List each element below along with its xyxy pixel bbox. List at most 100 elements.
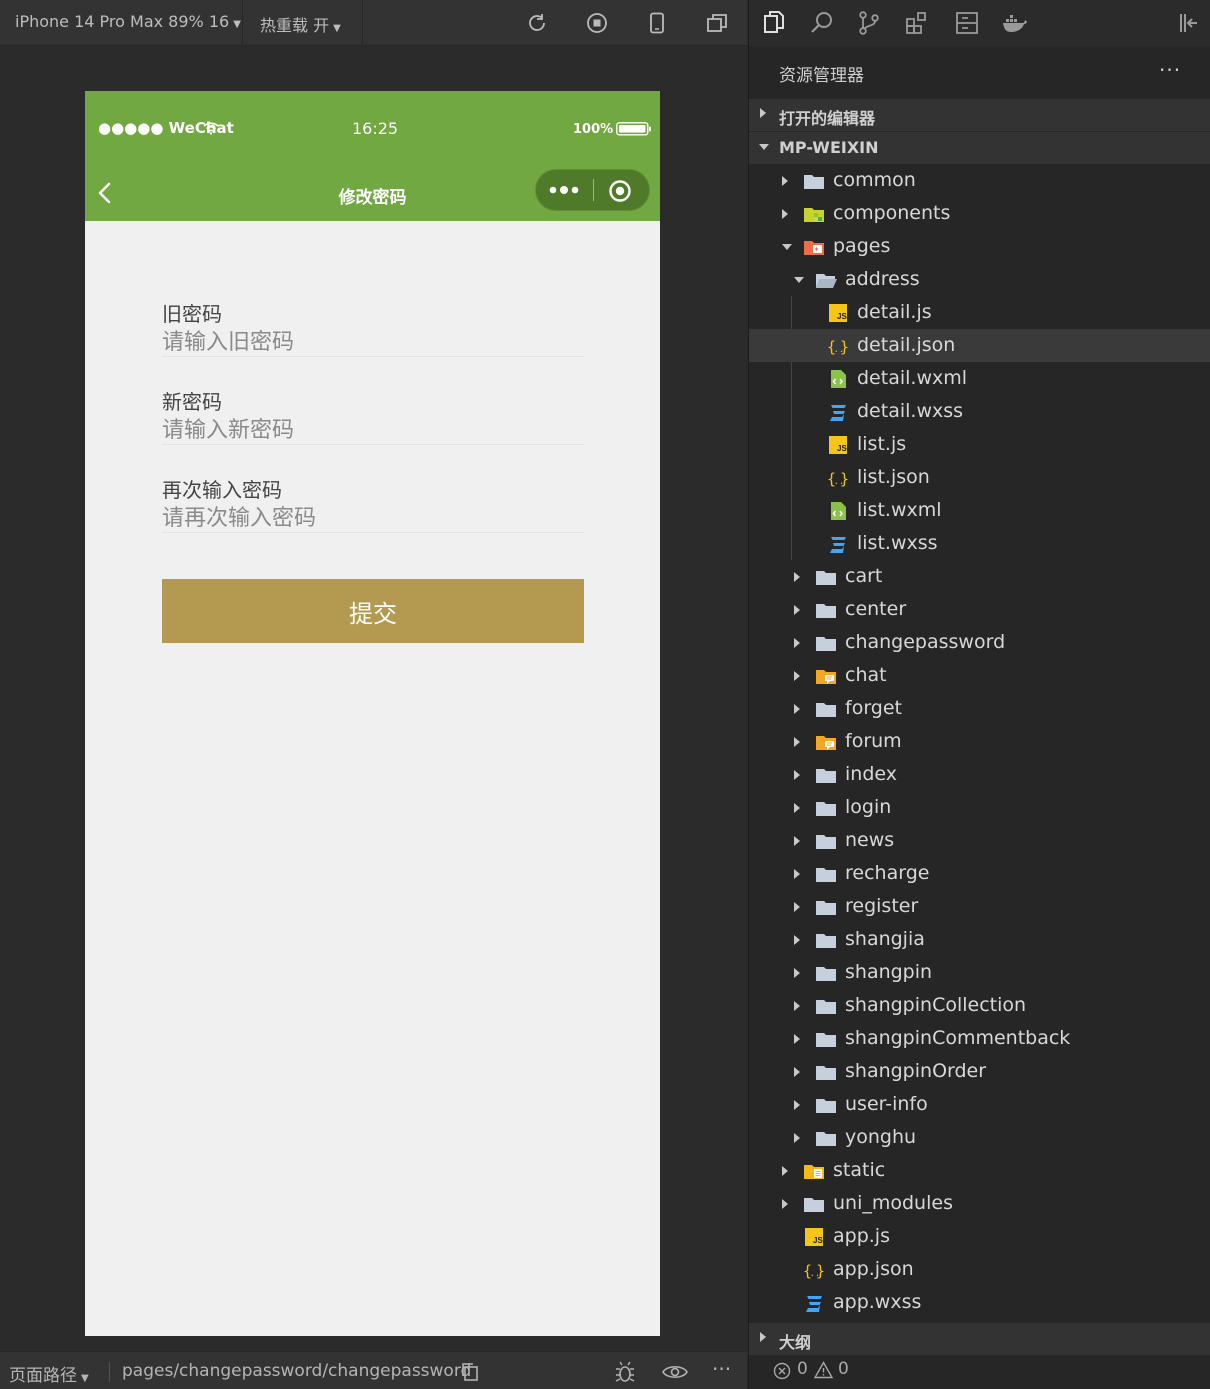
tree-folder-login[interactable]: login xyxy=(749,791,1210,824)
chevron-right-icon[interactable] xyxy=(794,1100,800,1110)
stop-icon[interactable] xyxy=(585,11,609,35)
tree-folder-shangpinorder[interactable]: shangpinOrder xyxy=(749,1055,1210,1088)
copy-icon[interactable] xyxy=(460,1362,480,1382)
chevron-down-icon[interactable] xyxy=(794,277,804,283)
chevron-right-icon[interactable] xyxy=(794,770,800,780)
error-icon[interactable] xyxy=(773,1362,791,1380)
tree-file-app-wxss[interactable]: app.wxss xyxy=(749,1286,1210,1319)
source-control-icon[interactable] xyxy=(856,10,882,36)
collapse-panel-icon[interactable] xyxy=(1176,10,1202,36)
explorer-files-icon[interactable] xyxy=(761,10,787,36)
tree-folder-cart[interactable]: cart xyxy=(749,560,1210,593)
tree-folder-forum[interactable]: forum xyxy=(749,725,1210,758)
tree-folder-forget[interactable]: forget xyxy=(749,692,1210,725)
chevron-right-icon[interactable] xyxy=(794,605,800,615)
tree-label: list.json xyxy=(857,466,930,488)
chevron-right-icon[interactable] xyxy=(782,176,788,186)
tree-folder-common[interactable]: common xyxy=(749,164,1210,197)
tree-folder-recharge[interactable]: recharge xyxy=(749,857,1210,890)
chevron-right-icon[interactable] xyxy=(794,902,800,912)
debug-bug-icon[interactable] xyxy=(613,1360,637,1384)
section-open-editors[interactable]: 打开的编辑器 xyxy=(749,99,1210,131)
tree-file-list-js[interactable]: JS list.js xyxy=(749,428,1210,461)
new-password-input[interactable] xyxy=(162,415,584,445)
submit-button[interactable]: 提交 xyxy=(162,579,584,643)
chevron-right-icon[interactable] xyxy=(794,1133,800,1143)
hot-reload-toggle[interactable]: 热重载 开 ▼ xyxy=(260,12,341,36)
project-label: MP-WEIXIN xyxy=(779,138,879,157)
section-project[interactable]: MP-WEIXIN xyxy=(749,132,1210,164)
tree-folder-yonghu[interactable]: yonghu xyxy=(749,1121,1210,1154)
chevron-right-icon[interactable] xyxy=(794,935,800,945)
tree-folder-shangpin[interactable]: shangpin xyxy=(749,956,1210,989)
tree-file-detail-js[interactable]: JS detail.js xyxy=(749,296,1210,329)
tree-folder-static[interactable]: static xyxy=(749,1154,1210,1187)
section-outline[interactable]: 大纲 xyxy=(749,1323,1210,1355)
tree-folder-index[interactable]: index xyxy=(749,758,1210,791)
more-dots-icon[interactable] xyxy=(548,182,582,198)
chevron-down-icon: ▼ xyxy=(333,23,341,34)
tree-folder-shangpincommentback[interactable]: shangpinCommentback xyxy=(749,1022,1210,1055)
tree-file-list-wxml[interactable]: list.wxml xyxy=(749,494,1210,527)
tree-file-detail-wxss[interactable]: detail.wxss xyxy=(749,395,1210,428)
wechat-capsule xyxy=(535,169,650,211)
docker-icon[interactable] xyxy=(1001,10,1027,36)
extensions-icon[interactable] xyxy=(904,10,930,36)
tree-file-app-js[interactable]: JS app.js xyxy=(749,1220,1210,1253)
chevron-down-icon[interactable] xyxy=(782,244,792,250)
chevron-right-icon[interactable] xyxy=(794,737,800,747)
tree-file-detail-json[interactable]: {}.. detail.json xyxy=(749,329,1210,362)
chevron-right-icon[interactable] xyxy=(782,1166,788,1176)
more-options-icon[interactable]: ··· xyxy=(712,1357,731,1381)
folder-icon xyxy=(815,698,837,720)
tree-file-list-json[interactable]: {}.. list.json xyxy=(749,461,1210,494)
tree-folder-news[interactable]: news xyxy=(749,824,1210,857)
old-password-input[interactable] xyxy=(162,327,584,357)
folder-icon xyxy=(815,896,837,918)
new-window-icon[interactable] xyxy=(705,11,729,35)
chevron-right-icon[interactable] xyxy=(794,671,800,681)
storage-icon[interactable] xyxy=(954,10,980,36)
tree-folder-register[interactable]: register xyxy=(749,890,1210,923)
tree-folder-pages[interactable]: pages xyxy=(749,230,1210,263)
tree-folder-center[interactable]: center xyxy=(749,593,1210,626)
device-selector[interactable]: iPhone 14 Pro Max 89% 16 ▼ xyxy=(15,12,241,31)
tree-folder-shangjia[interactable]: shangjia xyxy=(749,923,1210,956)
tree-folder-user-info[interactable]: user-info xyxy=(749,1088,1210,1121)
search-icon[interactable] xyxy=(809,10,835,36)
preview-eye-icon[interactable] xyxy=(662,1361,688,1383)
close-mini-program-icon[interactable] xyxy=(608,179,632,203)
tree-folder-components[interactable]: components xyxy=(749,197,1210,230)
tree-folder-address[interactable]: address xyxy=(749,263,1210,296)
tree-folder-chat[interactable]: chat xyxy=(749,659,1210,692)
explorer-more-icon[interactable]: ··· xyxy=(1159,58,1181,82)
chevron-right-icon[interactable] xyxy=(794,638,800,648)
chevron-right-icon[interactable] xyxy=(794,869,800,879)
old-password-label: 旧密码 xyxy=(162,302,222,326)
chevron-right-icon[interactable] xyxy=(794,803,800,813)
tree-file-detail-wxml[interactable]: detail.wxml xyxy=(749,362,1210,395)
tree-folder-changepassword[interactable]: changepassword xyxy=(749,626,1210,659)
svg-text:JS: JS xyxy=(837,444,847,453)
chevron-right-icon[interactable] xyxy=(782,1199,788,1209)
tree-file-list-wxss[interactable]: list.wxss xyxy=(749,527,1210,560)
chevron-right-icon[interactable] xyxy=(794,1034,800,1044)
chevron-right-icon[interactable] xyxy=(794,836,800,846)
tree-folder-uni-modules[interactable]: uni_modules xyxy=(749,1187,1210,1220)
battery-label: 100% xyxy=(573,122,614,137)
chevron-right-icon[interactable] xyxy=(794,572,800,582)
chevron-right-icon[interactable] xyxy=(794,704,800,714)
confirm-password-input[interactable] xyxy=(162,503,584,533)
page-path-selector[interactable]: 页面路径 ▼ xyxy=(9,1361,89,1386)
tree-file-app-json[interactable]: {}.. app.json xyxy=(749,1253,1210,1286)
folder-icon xyxy=(815,863,837,885)
phone-icon[interactable] xyxy=(645,11,669,35)
chevron-right-icon[interactable] xyxy=(794,1001,800,1011)
refresh-icon[interactable] xyxy=(525,11,549,35)
warning-icon[interactable] xyxy=(814,1361,833,1379)
folder-open-icon xyxy=(815,269,837,291)
chevron-right-icon[interactable] xyxy=(782,209,788,219)
chevron-right-icon[interactable] xyxy=(794,1067,800,1077)
tree-folder-shangpincollection[interactable]: shangpinCollection xyxy=(749,989,1210,1022)
chevron-right-icon[interactable] xyxy=(794,968,800,978)
